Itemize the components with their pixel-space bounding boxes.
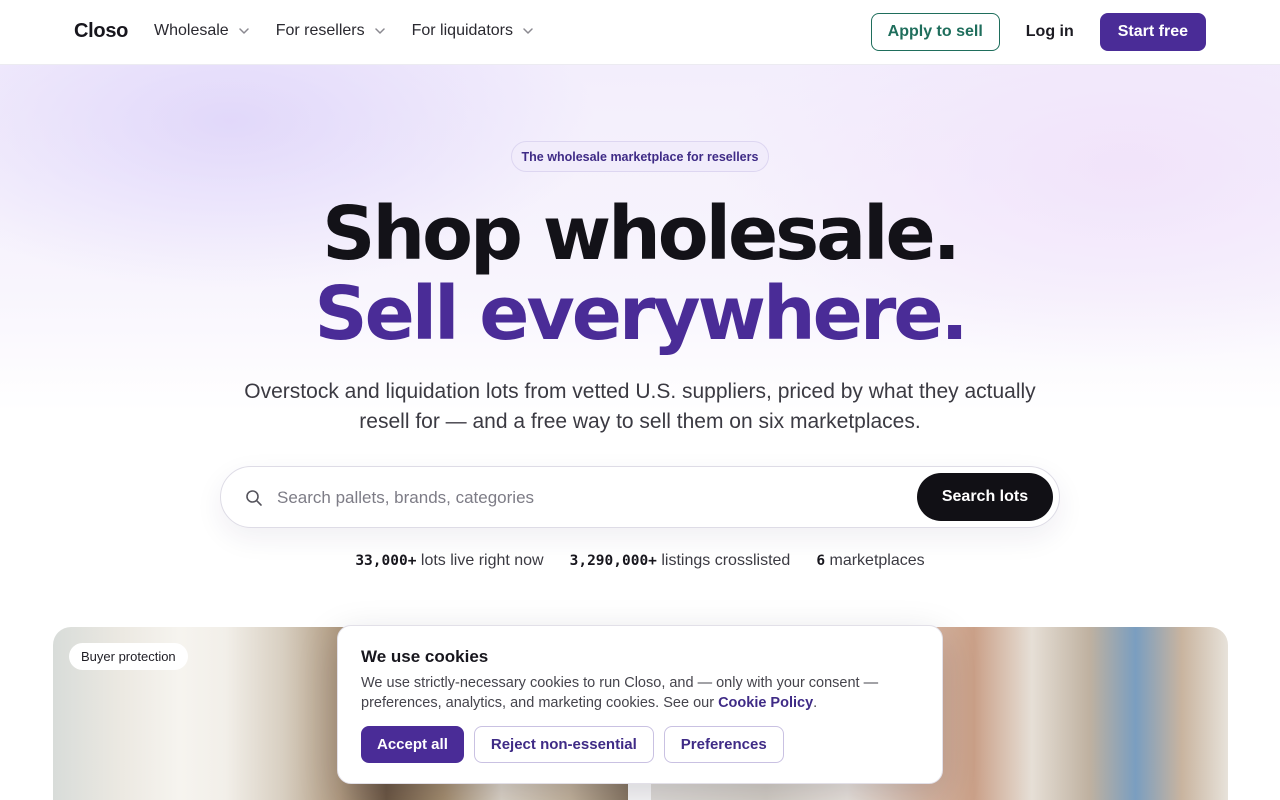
stat-lots: 33,000+ lots live right now [355, 552, 543, 570]
buyer-protection-badge: Buyer protection [69, 643, 188, 670]
chevron-down-icon [523, 28, 533, 34]
stat-label: marketplaces [829, 552, 925, 569]
nav-label: For liquidators [411, 22, 513, 39]
search-icon [246, 490, 262, 506]
logo[interactable]: Closo [74, 20, 128, 43]
header-actions: Apply to sell Log in Start free [870, 13, 1206, 51]
headline-secondary: Sell everywhere. [314, 271, 968, 357]
nav-for-resellers[interactable]: For resellers [276, 22, 386, 40]
search-bar: Search lots [220, 466, 1060, 528]
chevron-down-icon [374, 28, 385, 34]
search-lots-button[interactable]: Search lots [917, 473, 1053, 521]
cookie-text: We use strictly-necessary cookies to run… [361, 673, 921, 713]
stat-label: lots live right now [420, 552, 544, 569]
accept-all-button[interactable]: Accept all [361, 726, 464, 763]
cookie-actions: Accept all Reject non-essential Preferen… [361, 726, 794, 763]
cookie-body-end: . [813, 695, 818, 711]
stat-marketplaces: 6 marketplaces [816, 552, 924, 570]
stat-label: listings crosslisted [661, 552, 791, 569]
login-button[interactable]: Log in [1026, 23, 1074, 41]
hero-subtitle: Overstock and liquidation lots from vett… [244, 380, 1036, 433]
hero-badge: The wholesale marketplace for resellers [511, 141, 769, 172]
search-input[interactable] [277, 483, 897, 513]
preferences-button[interactable]: Preferences [663, 726, 784, 763]
nav-label: Wholesale [154, 22, 229, 39]
nav-for-liquidators[interactable]: For liquidators [412, 22, 534, 40]
cookie-banner: We use cookies We use strictly-necessary… [337, 625, 943, 784]
stat-value: 6 [816, 553, 826, 569]
hero-section: The wholesale marketplace for resellers … [0, 65, 1280, 625]
nav-wholesale[interactable]: Wholesale [154, 22, 250, 40]
site-header: Closo Wholesale For resellers For liquid… [0, 0, 1280, 65]
cookie-title: We use cookies [361, 647, 489, 666]
stats-row: 33,000+ lots live right now 3,290,000+ l… [0, 552, 1280, 570]
cookie-policy-link[interactable]: Cookie Policy [718, 695, 813, 711]
reject-non-essential-button[interactable]: Reject non-essential [473, 726, 654, 763]
chevron-down-icon [238, 28, 249, 34]
headline-primary: Shop wholesale. [322, 191, 961, 277]
stat-value: 3,290,000+ [569, 553, 657, 569]
start-free-button[interactable]: Start free [1099, 13, 1206, 51]
stat-value: 33,000+ [355, 553, 417, 569]
main-nav: Wholesale For resellers For liquidators [154, 22, 560, 40]
apply-to-sell-button[interactable]: Apply to sell [870, 13, 1000, 51]
stat-listings: 3,290,000+ listings crosslisted [570, 552, 791, 570]
nav-label: For resellers [275, 22, 365, 39]
